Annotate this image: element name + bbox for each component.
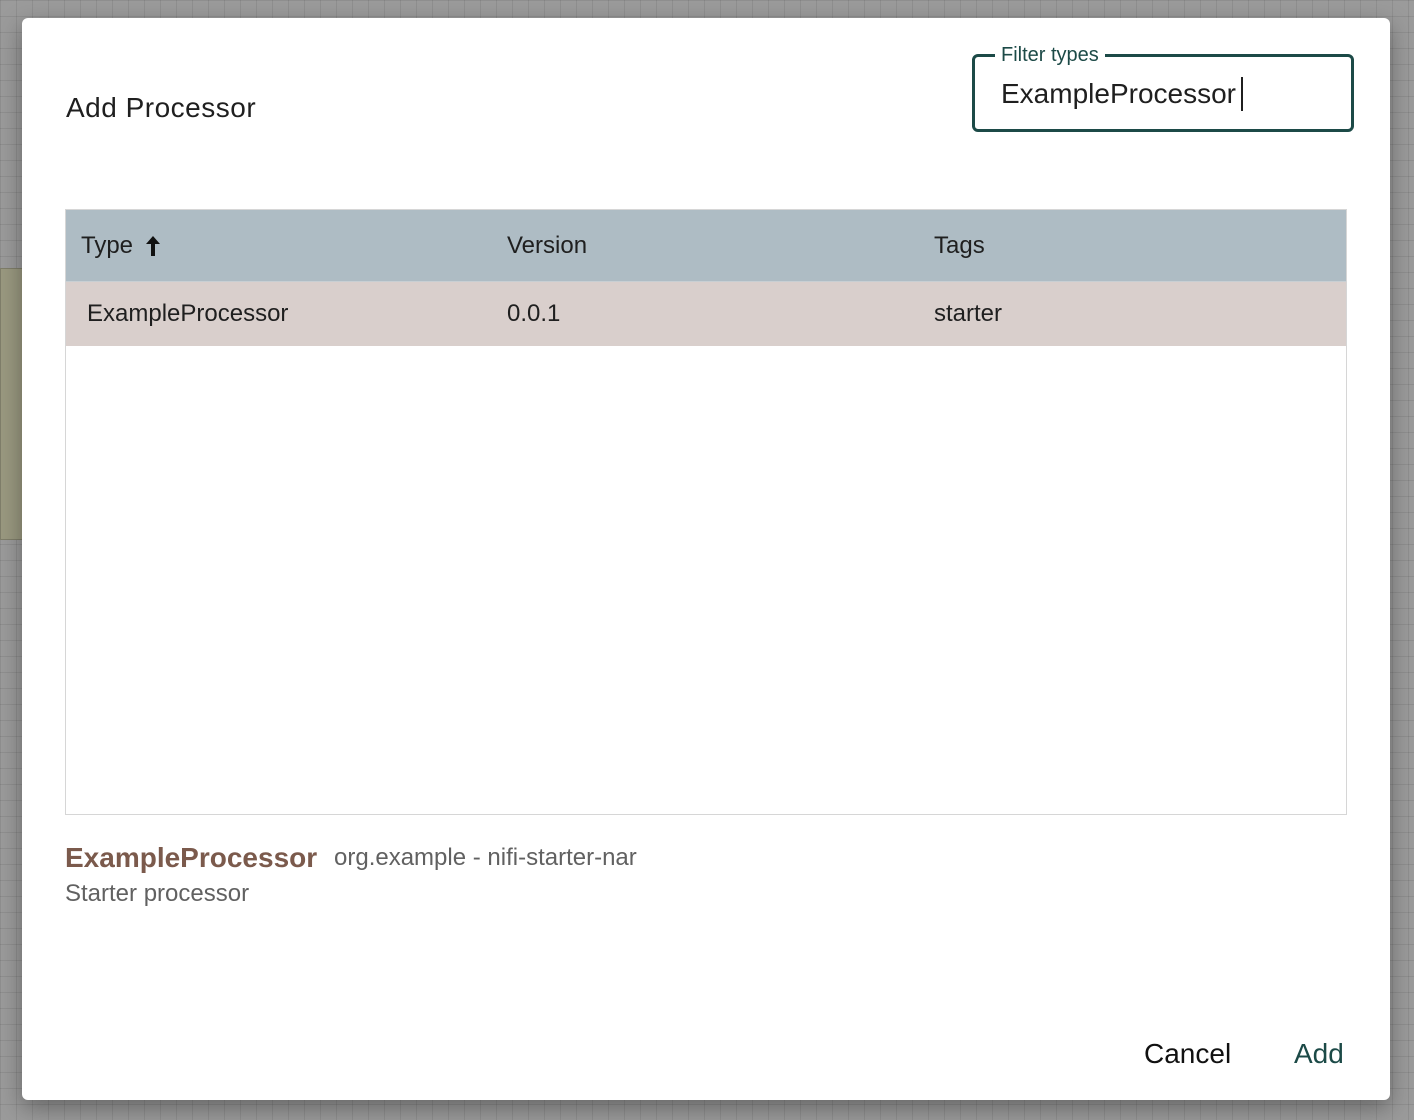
sort-ascending-icon — [146, 236, 161, 256]
processor-types-table: Type Version Tags ExampleProcessor 0.0.1… — [65, 209, 1347, 815]
column-header-version-label: Version — [507, 232, 588, 259]
selected-processor-description: Starter processor — [65, 880, 250, 907]
filter-types-input[interactable] — [1001, 75, 1321, 113]
text-caret — [1241, 77, 1243, 111]
column-header-type-label: Type — [81, 232, 134, 259]
dialog-title: Add Processor — [66, 92, 257, 123]
column-header-type[interactable]: Type — [81, 210, 163, 282]
cell-version: 0.0.1 — [507, 300, 561, 327]
column-header-version[interactable]: Version — [507, 210, 587, 282]
add-button[interactable]: Add — [1282, 1032, 1356, 1076]
cancel-button[interactable]: Cancel — [1132, 1032, 1243, 1076]
selected-processor-name: ExampleProcessor — [65, 842, 318, 873]
cell-tags: starter — [934, 300, 1003, 327]
table-header: Type Version Tags — [66, 210, 1346, 282]
cell-type: ExampleProcessor — [87, 300, 289, 327]
table-row[interactable]: ExampleProcessor 0.0.1 starter — [66, 282, 1346, 346]
filter-types-label: Filter types — [995, 43, 1105, 67]
column-header-tags[interactable]: Tags — [934, 210, 985, 282]
add-processor-dialog: Add Processor Filter types Type Version … — [22, 18, 1390, 1100]
selected-processor-bundle: org.example - nifi-starter-nar — [334, 844, 637, 871]
filter-types-field[interactable]: Filter types — [972, 43, 1354, 132]
column-header-tags-label: Tags — [934, 232, 985, 259]
